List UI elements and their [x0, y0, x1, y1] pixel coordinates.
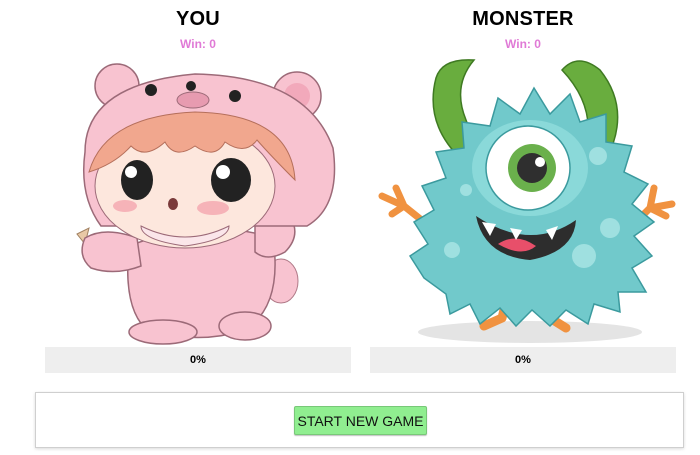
chibi-character-image — [76, 63, 336, 345]
win-label-monster: Win: — [505, 37, 531, 51]
player-avatar-monster — [370, 56, 676, 346]
win-count-monster: 0 — [534, 37, 541, 51]
monster-character-image — [378, 59, 676, 343]
health-bar-you: 0% — [45, 347, 351, 373]
player-name-monster: MONSTER — [472, 8, 574, 30]
player-name-you: YOU — [176, 8, 220, 30]
health-bar-monster: 0% — [370, 347, 676, 373]
health-percent-you: 0% — [190, 354, 206, 366]
win-count-you: 0 — [209, 37, 216, 51]
health-percent-monster: 0% — [515, 354, 531, 366]
player-avatar-you — [45, 56, 351, 346]
game-controls-panel: START NEW GAME — [35, 392, 684, 448]
win-counter-you: Win: 0 — [45, 37, 351, 51]
win-label-you: Win: — [180, 37, 206, 51]
win-counter-monster: Win: 0 — [370, 37, 676, 51]
start-new-game-button[interactable]: START NEW GAME — [294, 406, 427, 435]
